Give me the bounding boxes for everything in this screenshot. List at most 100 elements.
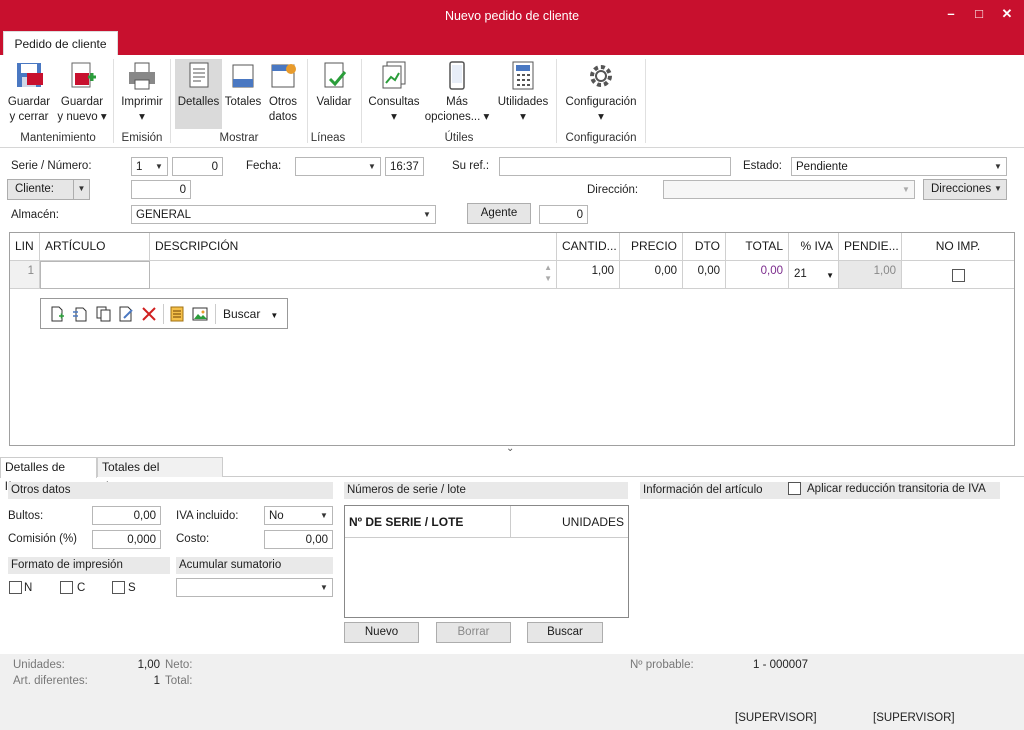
notes-icon[interactable] (169, 306, 185, 322)
direccion-select[interactable]: ▼ (663, 180, 915, 199)
hora-field[interactable]: 16:37 (385, 157, 424, 176)
numeros-serie-header: Números de serie / lote (344, 482, 628, 499)
checkbox-s-label: S (128, 582, 136, 594)
iva-incluido-select[interactable]: No ▼ (264, 506, 333, 525)
col-unidades[interactable]: UNIDADES (511, 506, 628, 538)
col-precio[interactable]: PRECIO (620, 233, 683, 261)
col-iva[interactable]: % IVA (789, 233, 839, 261)
aplicar-reduccion-label: Aplicar reducción transitoria de IVA (807, 483, 986, 495)
calculator-icon (512, 61, 534, 90)
group-mantenimiento: Mantenimiento (20, 132, 96, 144)
otros-datos-button[interactable]: Otros datos (264, 59, 302, 125)
maximize-button[interactable]: □ (968, 3, 990, 25)
group-emision: Emisión (121, 132, 163, 144)
art-diferentes-label: Art. diferentes: (13, 675, 88, 687)
buscar-button[interactable]: Buscar (527, 622, 603, 643)
group-configuracion: Configuración (565, 132, 637, 144)
cliente-field[interactable]: 0 (131, 180, 191, 199)
minimize-button[interactable]: – (940, 3, 962, 25)
collapse-chevron-icon[interactable]: ⌄ (506, 443, 514, 454)
line-toolbar: Buscar ▼ (40, 298, 288, 329)
cliente-button[interactable]: Cliente: ▼ (7, 179, 90, 200)
tab-detalles-linea[interactable]: Detalles de línea (0, 457, 97, 493)
configuracion-button[interactable]: Configuración ▾ (562, 59, 640, 125)
copy-line-icon[interactable] (95, 306, 111, 322)
cell-precio[interactable]: 0,00 (620, 261, 683, 289)
tab-totales-documento[interactable]: Totales del documento (97, 457, 223, 493)
window-title: Nuevo pedido de cliente (444, 9, 580, 23)
col-lin[interactable]: LIN (10, 233, 40, 261)
nuevo-button[interactable]: Nuevo (344, 622, 419, 643)
suref-field[interactable] (499, 157, 731, 176)
cell-articulo[interactable] (40, 261, 150, 289)
new-line-icon[interactable] (49, 306, 65, 322)
guardar-nuevo-button[interactable]: Guardar y nuevo ▾ (56, 59, 108, 125)
col-no-imp[interactable]: NO IMP. (902, 233, 1014, 261)
costo-field[interactable]: 0,00 (264, 530, 333, 549)
numero-field[interactable]: 0 (172, 157, 223, 176)
mobile-icon (449, 61, 465, 90)
col-total[interactable]: TOTAL (726, 233, 789, 261)
otros-datos-header: Otros datos (8, 482, 333, 499)
cell-lin: 1 (10, 261, 40, 289)
tab-pedido-de-cliente[interactable]: Pedido de cliente (3, 31, 118, 55)
details-icon (189, 62, 208, 88)
serie-select[interactable]: 1 ▼ (131, 157, 168, 176)
checkbox-n[interactable] (9, 581, 22, 594)
fecha-field[interactable]: ▼ (295, 157, 381, 176)
col-articulo[interactable]: ARTÍCULO (40, 233, 150, 261)
col-serie-lote[interactable]: Nº DE SERIE / LOTE (345, 506, 511, 538)
col-descripcion[interactable]: DESCRIPCIÓN (150, 233, 557, 261)
consultas-button[interactable]: Consultas ▾ (366, 59, 422, 125)
save-new-icon (71, 62, 96, 88)
checkbox-c[interactable] (60, 581, 73, 594)
formato-impresion-header: Formato de impresión (8, 557, 170, 574)
cell-iva[interactable]: 21 ▼ (789, 261, 839, 289)
buscar-dropdown[interactable]: Buscar ▼ (223, 307, 278, 321)
col-dto1[interactable]: DTO 1 (683, 233, 726, 280)
totales-button[interactable]: Totales (223, 59, 263, 110)
insert-line-icon[interactable] (72, 306, 88, 322)
aplicar-reduccion-checkbox[interactable] (788, 482, 801, 495)
mas-opciones-button[interactable]: Más opciones... ▾ (423, 59, 491, 125)
cell-cantidad[interactable]: 1,00 (557, 261, 620, 289)
guardar-cerrar-button[interactable]: Guardar y cerrar (4, 59, 54, 125)
borrar-button[interactable]: Borrar (436, 622, 511, 643)
chevron-down-icon: ▼ (320, 583, 328, 592)
chevron-down-icon: ▼ (155, 162, 163, 171)
chevron-down-icon: ▼ (902, 185, 910, 194)
direcciones-button[interactable]: Direcciones ▼ (923, 179, 1007, 200)
costo-label: Costo: (176, 533, 210, 545)
no-imp-checkbox[interactable] (952, 269, 965, 282)
cell-descripcion[interactable]: ▲ ▼ (150, 261, 557, 289)
checkbox-s[interactable] (112, 581, 125, 594)
unidades-label: Unidades: (13, 659, 65, 671)
acumular-sumatorio-select[interactable]: ▼ (176, 578, 333, 597)
iva-incluido-label: IVA incluido: (176, 510, 239, 522)
utilidades-button[interactable]: Utilidades ▾ (494, 59, 552, 125)
scroll-arrows-icon[interactable]: ▲ ▼ (544, 262, 552, 284)
delete-icon[interactable] (141, 306, 157, 322)
edit-line-icon[interactable] (118, 306, 134, 322)
totals-icon (232, 64, 254, 88)
imprimir-button[interactable]: Imprimir ▾ (118, 59, 166, 125)
almacen-select[interactable]: GENERAL ▼ (131, 205, 436, 224)
chevron-down-icon: ▼ (368, 162, 376, 171)
col-cantidad[interactable]: CANTID... (557, 233, 620, 261)
comision-field[interactable]: 0,000 (92, 530, 161, 549)
cell-dto1[interactable]: 0,00 (683, 261, 726, 289)
image-icon[interactable] (192, 306, 208, 322)
col-pendiente[interactable]: PENDIE... (839, 233, 902, 261)
agente-field[interactable]: 0 (539, 205, 588, 224)
cell-no-imp (902, 261, 1014, 289)
detalles-button[interactable]: Detalles (175, 59, 222, 129)
bultos-field[interactable]: 0,00 (92, 506, 161, 525)
group-mostrar: Mostrar (219, 132, 259, 144)
cell-total: 0,00 (726, 261, 789, 289)
estado-select[interactable]: Pendiente ▼ (791, 157, 1007, 176)
validar-button[interactable]: Validar (312, 59, 356, 110)
close-button[interactable]: ✕ (996, 3, 1018, 25)
art-diferentes-value: 1 (153, 675, 160, 687)
agente-button[interactable]: Agente (467, 203, 531, 224)
checkbox-n-label: N (24, 582, 33, 594)
